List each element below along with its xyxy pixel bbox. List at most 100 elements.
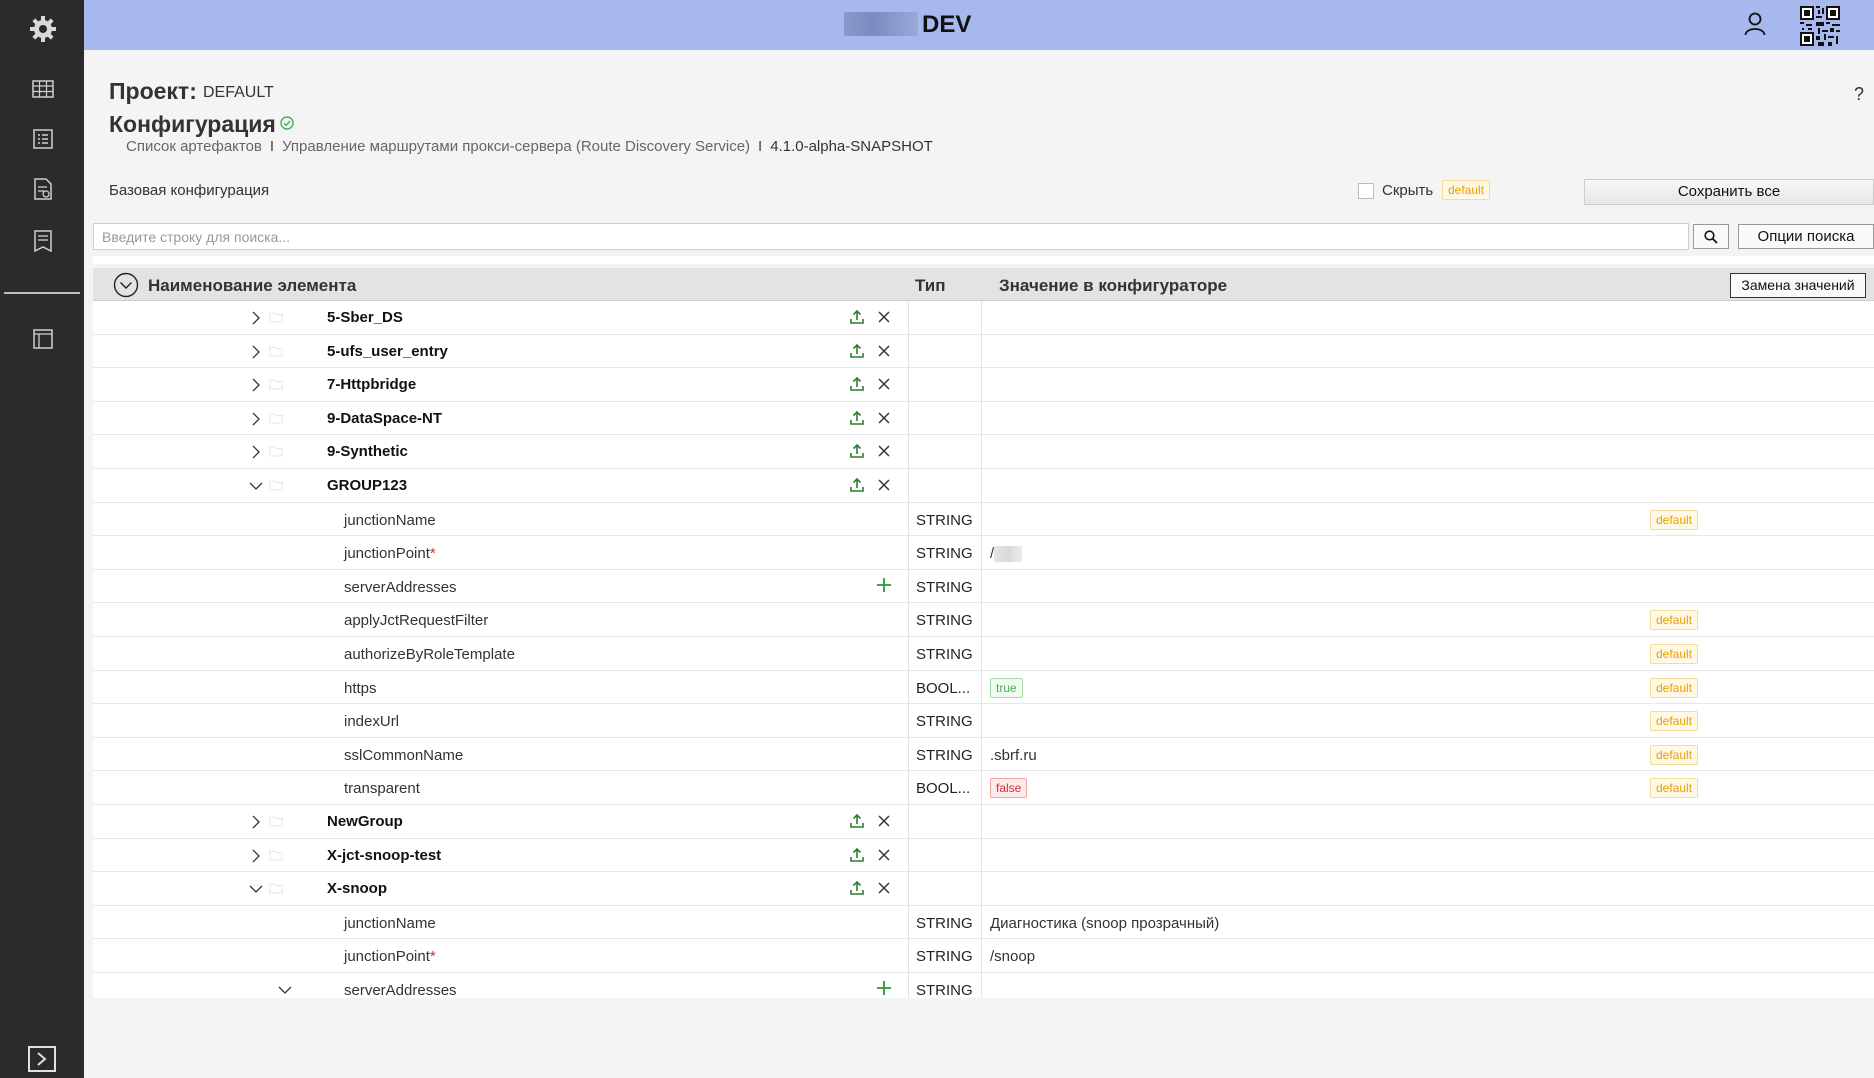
group-row[interactable]: 5-Sber_DS — [93, 301, 1874, 335]
group-row[interactable]: 9-Synthetic — [93, 435, 1874, 469]
default-badge: default — [1650, 778, 1699, 799]
value-badge[interactable]: true — [990, 677, 1023, 698]
replace-values-button[interactable]: Замена значений — [1730, 273, 1866, 298]
group-row[interactable]: NewGroup — [93, 804, 1874, 839]
group-row[interactable]: 9-DataSpace-NT — [93, 401, 1874, 436]
chevron-right-icon[interactable] — [248, 444, 264, 460]
parameter-row[interactable]: applyJctRequestFilter STRING default — [93, 603, 1874, 637]
group-name[interactable]: GROUP123 — [327, 477, 407, 494]
hide-label[interactable]: Скрыть — [1382, 182, 1433, 199]
group-name[interactable]: X-snoop — [327, 880, 387, 897]
upload-icon[interactable] — [849, 813, 865, 834]
search-input[interactable] — [94, 224, 1688, 249]
upload-icon[interactable] — [849, 343, 865, 364]
chevron-right-icon[interactable] — [248, 377, 264, 393]
group-name[interactable]: NewGroup — [327, 813, 403, 830]
close-icon[interactable] — [877, 411, 891, 430]
group-name[interactable]: 5-ufs_user_entry — [327, 343, 448, 360]
folder-icon — [269, 411, 283, 424]
parameter-row[interactable]: indexUrl STRING default — [93, 704, 1874, 738]
close-icon[interactable] — [877, 478, 891, 497]
group-name[interactable]: 9-Synthetic — [327, 443, 408, 460]
layout-icon[interactable] — [26, 322, 60, 356]
upload-icon[interactable] — [849, 880, 865, 901]
upload-icon[interactable] — [849, 847, 865, 868]
breadcrumb-item-artifacts[interactable]: Список артефактов — [126, 138, 262, 155]
project-value: DEFAULT — [203, 84, 274, 101]
add-icon[interactable] — [876, 577, 892, 598]
group-name[interactable]: 7-Httpbridge — [327, 376, 416, 393]
group-name[interactable]: 5-Sber_DS — [327, 309, 403, 326]
value-badge[interactable]: false — [990, 778, 1028, 799]
breadcrumb-item-route-discovery[interactable]: Управление маршрутами прокси-сервера (Ro… — [282, 138, 750, 155]
column-divider — [908, 939, 909, 972]
parameter-row[interactable]: serverAddresses STRING — [93, 569, 1874, 604]
column-divider — [981, 737, 982, 771]
close-icon[interactable] — [877, 377, 891, 396]
chevron-down-icon[interactable] — [248, 881, 264, 897]
upload-icon[interactable] — [849, 477, 865, 498]
param-value[interactable]: /snoop — [990, 948, 1035, 965]
collapse-all-icon[interactable] — [113, 272, 139, 303]
group-name[interactable]: X-jct-snoop-test — [327, 847, 441, 864]
gear-icon[interactable] — [26, 12, 60, 46]
param-name-text: transparent — [344, 780, 420, 798]
help-button[interactable]: ? — [1854, 84, 1864, 105]
report-icon[interactable] — [26, 172, 60, 206]
list-icon[interactable] — [26, 122, 60, 156]
qr-code-icon[interactable] — [1798, 4, 1842, 48]
parameter-row[interactable]: junctionName STRING Диагностика (snoop про… — [93, 905, 1874, 940]
close-icon[interactable] — [877, 881, 891, 900]
default-badge: default — [1650, 610, 1699, 631]
group-row[interactable]: 5-ufs_user_entry — [93, 334, 1874, 369]
top-bar: DEV — [84, 0, 1874, 50]
close-icon[interactable] — [877, 444, 891, 463]
parameter-row[interactable]: junctionName STRING default — [93, 502, 1874, 537]
parameter-row[interactable]: https BOOL... true default — [93, 670, 1874, 705]
parameter-row[interactable]: junctionPoint* STRING/snoop — [93, 939, 1874, 973]
close-icon[interactable] — [877, 848, 891, 867]
chevron-down-icon[interactable] — [248, 478, 264, 494]
group-row[interactable]: 7-Httpbridge — [93, 368, 1874, 402]
console-icon[interactable] — [28, 1046, 56, 1077]
upload-icon[interactable] — [849, 443, 865, 464]
save-all-button[interactable]: Сохранить все — [1584, 179, 1874, 205]
close-icon[interactable] — [877, 344, 891, 363]
param-value-text: .sbrf.ru — [990, 746, 1037, 764]
close-icon[interactable] — [877, 814, 891, 833]
param-value[interactable]: / — [990, 545, 1023, 563]
column-divider — [981, 838, 982, 872]
chevron-right-icon[interactable] — [248, 310, 264, 326]
param-name: applyJctRequestFilter — [344, 612, 488, 629]
chevron-right-icon[interactable] — [248, 814, 264, 830]
add-icon[interactable] — [876, 980, 892, 998]
search-options-button[interactable]: Опции поиска — [1738, 224, 1874, 249]
chevron-right-icon[interactable] — [248, 344, 264, 360]
column-divider — [908, 334, 909, 368]
hide-checkbox[interactable] — [1358, 183, 1374, 199]
group-row[interactable]: X-snoop — [93, 872, 1874, 906]
chevron-down-icon[interactable] — [277, 982, 293, 998]
group-row[interactable]: X-jct-snoop-test — [93, 838, 1874, 873]
chevron-right-icon[interactable] — [248, 848, 264, 864]
param-type: BOOL... — [916, 679, 971, 697]
upload-icon[interactable] — [849, 410, 865, 431]
parameter-row[interactable]: authorizeByRoleTemplate STRING default — [93, 636, 1874, 671]
parameter-row[interactable]: serverAddresses STRING — [93, 972, 1874, 998]
search-field[interactable] — [93, 223, 1689, 250]
search-button[interactable] — [1693, 224, 1729, 249]
group-row[interactable]: GROUP123 — [93, 468, 1874, 503]
parameter-row[interactable]: junctionPoint* STRING / — [93, 536, 1874, 570]
param-value[interactable]: Диагностика (snoop прозрачный) — [990, 915, 1219, 932]
upload-icon[interactable] — [849, 309, 865, 330]
upload-icon[interactable] — [849, 376, 865, 397]
table-icon[interactable] — [26, 72, 60, 106]
document-icon[interactable] — [26, 224, 60, 258]
group-name[interactable]: 9-DataSpace-NT — [327, 410, 442, 427]
user-icon[interactable] — [1744, 12, 1766, 41]
close-icon[interactable] — [877, 310, 891, 329]
chevron-right-icon[interactable] — [248, 411, 264, 427]
parameter-row[interactable]: transparent BOOL... false default — [93, 771, 1874, 805]
parameter-row[interactable]: sslCommonName STRING .sbrf.ru default — [93, 737, 1874, 772]
param-value[interactable]: .sbrf.ru — [990, 747, 1037, 764]
